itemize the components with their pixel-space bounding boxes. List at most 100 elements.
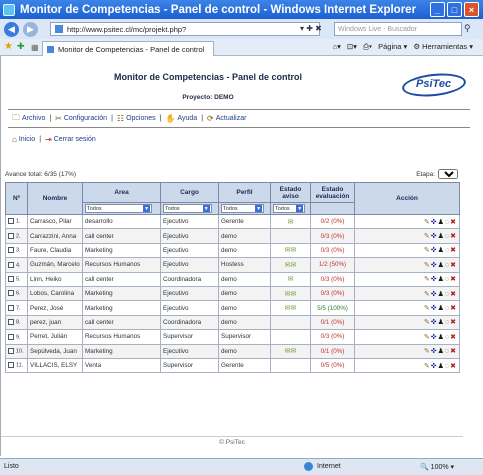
mail-icon[interactable]: ✉✉: [270, 257, 311, 273]
edit-icon[interactable]: ✎: [424, 276, 431, 283]
competencies-icon[interactable]: ✜: [431, 363, 438, 370]
delete-icon[interactable]: ✖: [450, 262, 457, 269]
filter-perfil[interactable]: Todos ▼: [221, 204, 265, 213]
delete-icon[interactable]: ✖: [450, 276, 457, 283]
delete-icon[interactable]: ✖: [450, 348, 457, 355]
person-icon[interactable]: ♟: [438, 348, 445, 355]
refresh-stop-icons[interactable]: ▾ ✚ ✖: [300, 24, 322, 33]
competencies-icon[interactable]: ✜: [431, 233, 438, 240]
competencies-icon[interactable]: ✜: [431, 348, 438, 355]
quick-tabs-icon[interactable]: ▦: [31, 43, 39, 52]
mail-icon[interactable]: ✉✉: [270, 285, 311, 302]
home-icon[interactable]: ⌂▾: [333, 42, 341, 52]
col-cargo[interactable]: Cargo: [160, 182, 219, 203]
delete-icon[interactable]: ✖: [450, 334, 457, 341]
row-checkbox[interactable]: [8, 347, 14, 354]
mail-icon[interactable]: ✉✉: [270, 343, 311, 359]
competencies-icon[interactable]: ✜: [431, 319, 438, 326]
mail-icon[interactable]: ✉: [270, 271, 311, 287]
menu-configuracion[interactable]: ✂ Configuración: [55, 114, 107, 123]
mail-icon[interactable]: ✉✉: [270, 300, 311, 316]
menu-opciones[interactable]: ☷ Opciones: [117, 114, 156, 123]
person-icon[interactable]: ♟: [438, 247, 445, 254]
mail-icon[interactable]: [270, 228, 311, 244]
col-nombre[interactable]: Nombre: [27, 182, 83, 215]
row-checkbox[interactable]: [8, 304, 14, 311]
row-checkbox[interactable]: [8, 247, 14, 254]
row-checkbox[interactable]: [8, 333, 14, 340]
mail-icon[interactable]: ✉: [270, 213, 311, 230]
person-icon[interactable]: ♟: [438, 219, 445, 226]
add-favorite-icon[interactable]: ✚: [17, 41, 25, 52]
row-checkbox[interactable]: [8, 232, 14, 239]
competencies-icon[interactable]: ✜: [431, 276, 438, 283]
maximize-button[interactable]: □: [447, 2, 462, 17]
edit-icon[interactable]: ✎: [424, 305, 431, 312]
edit-icon[interactable]: ✎: [424, 363, 431, 370]
delete-icon[interactable]: ✖: [450, 363, 457, 370]
delete-icon[interactable]: ✖: [450, 219, 457, 226]
competencies-icon[interactable]: ✜: [431, 305, 438, 312]
forward-button[interactable]: ▶: [23, 21, 38, 37]
row-checkbox[interactable]: [8, 261, 14, 268]
competencies-icon[interactable]: ✜: [431, 219, 438, 226]
edit-icon[interactable]: ✎: [424, 262, 431, 269]
menu-archivo[interactable]: 🗀 Archivo: [12, 112, 45, 126]
tools-menu[interactable]: ⚙ Herramientas ▾: [413, 42, 473, 52]
delete-icon[interactable]: ✖: [450, 319, 457, 326]
feeds-icon[interactable]: ⊡▾: [347, 42, 357, 52]
delete-icon[interactable]: ✖: [450, 291, 457, 298]
mail-icon[interactable]: [270, 329, 311, 345]
filter-area[interactable]: Todos ▼: [85, 204, 153, 213]
edit-icon[interactable]: ✎: [424, 291, 431, 298]
competencies-icon[interactable]: ✜: [431, 334, 438, 341]
search-input[interactable]: Windows Live - Buscador: [334, 22, 462, 36]
col-estado-evaluacion[interactable]: Estado evaluación: [310, 182, 355, 203]
person-icon[interactable]: ♟: [438, 305, 445, 312]
person-icon[interactable]: ♟: [438, 262, 445, 269]
print-icon[interactable]: ⎙▾: [363, 42, 372, 52]
mail-icon[interactable]: [270, 314, 311, 331]
search-icon[interactable]: ⚲: [464, 23, 471, 34]
competencies-icon[interactable]: ✜: [431, 291, 438, 298]
person-icon[interactable]: ♟: [438, 334, 445, 341]
delete-icon[interactable]: ✖: [450, 305, 457, 312]
address-bar[interactable]: http://www.psitec.cl/mc/projekt.php?: [50, 22, 320, 36]
row-checkbox[interactable]: [8, 319, 14, 326]
filter-cargo[interactable]: Todos ▼: [163, 204, 212, 213]
link-cerrar-sesion[interactable]: Cerrar sesión: [54, 136, 96, 143]
zoom-level[interactable]: 🔍 100% ▾: [420, 463, 454, 471]
col-estado-aviso[interactable]: Estado aviso: [270, 182, 311, 203]
row-checkbox[interactable]: [8, 290, 14, 297]
edit-icon[interactable]: ✎: [424, 233, 431, 240]
person-icon[interactable]: ♟: [438, 319, 445, 326]
competencies-icon[interactable]: ✜: [431, 262, 438, 269]
link-inicio[interactable]: Inicio: [19, 136, 35, 143]
back-button[interactable]: ◀: [4, 21, 19, 37]
competencies-icon[interactable]: ✜: [431, 247, 438, 254]
col-area[interactable]: Area: [82, 182, 161, 203]
mail-icon[interactable]: ✉✉: [270, 242, 311, 259]
minimize-button[interactable]: _: [430, 2, 445, 17]
menu-actualizar[interactable]: ⟳ Actualizar: [207, 114, 246, 123]
filter-aviso[interactable]: Todos ▼: [273, 204, 306, 213]
person-icon[interactable]: ♟: [438, 233, 445, 240]
security-zone[interactable]: Internet: [304, 462, 341, 471]
row-checkbox[interactable]: [8, 362, 14, 369]
person-icon[interactable]: ♟: [438, 363, 445, 370]
edit-icon[interactable]: ✎: [424, 348, 431, 355]
col-perfil[interactable]: Perfil: [218, 182, 271, 203]
page-menu[interactable]: Página ▾: [378, 42, 407, 52]
close-button[interactable]: ×: [464, 2, 479, 17]
edit-icon[interactable]: ✎: [424, 334, 431, 341]
edit-icon[interactable]: ✎: [424, 219, 431, 226]
edit-icon[interactable]: ✎: [424, 319, 431, 326]
edit-icon[interactable]: ✎: [424, 247, 431, 254]
mail-icon[interactable]: [270, 357, 311, 374]
tab-active[interactable]: Monitor de Competencias - Panel de contr…: [42, 41, 214, 56]
row-checkbox[interactable]: [8, 218, 14, 225]
person-icon[interactable]: ♟: [438, 276, 445, 283]
etapa-select[interactable]: T1: [438, 169, 458, 179]
row-checkbox[interactable]: [8, 276, 14, 283]
favorites-star-icon[interactable]: ★: [4, 41, 13, 52]
